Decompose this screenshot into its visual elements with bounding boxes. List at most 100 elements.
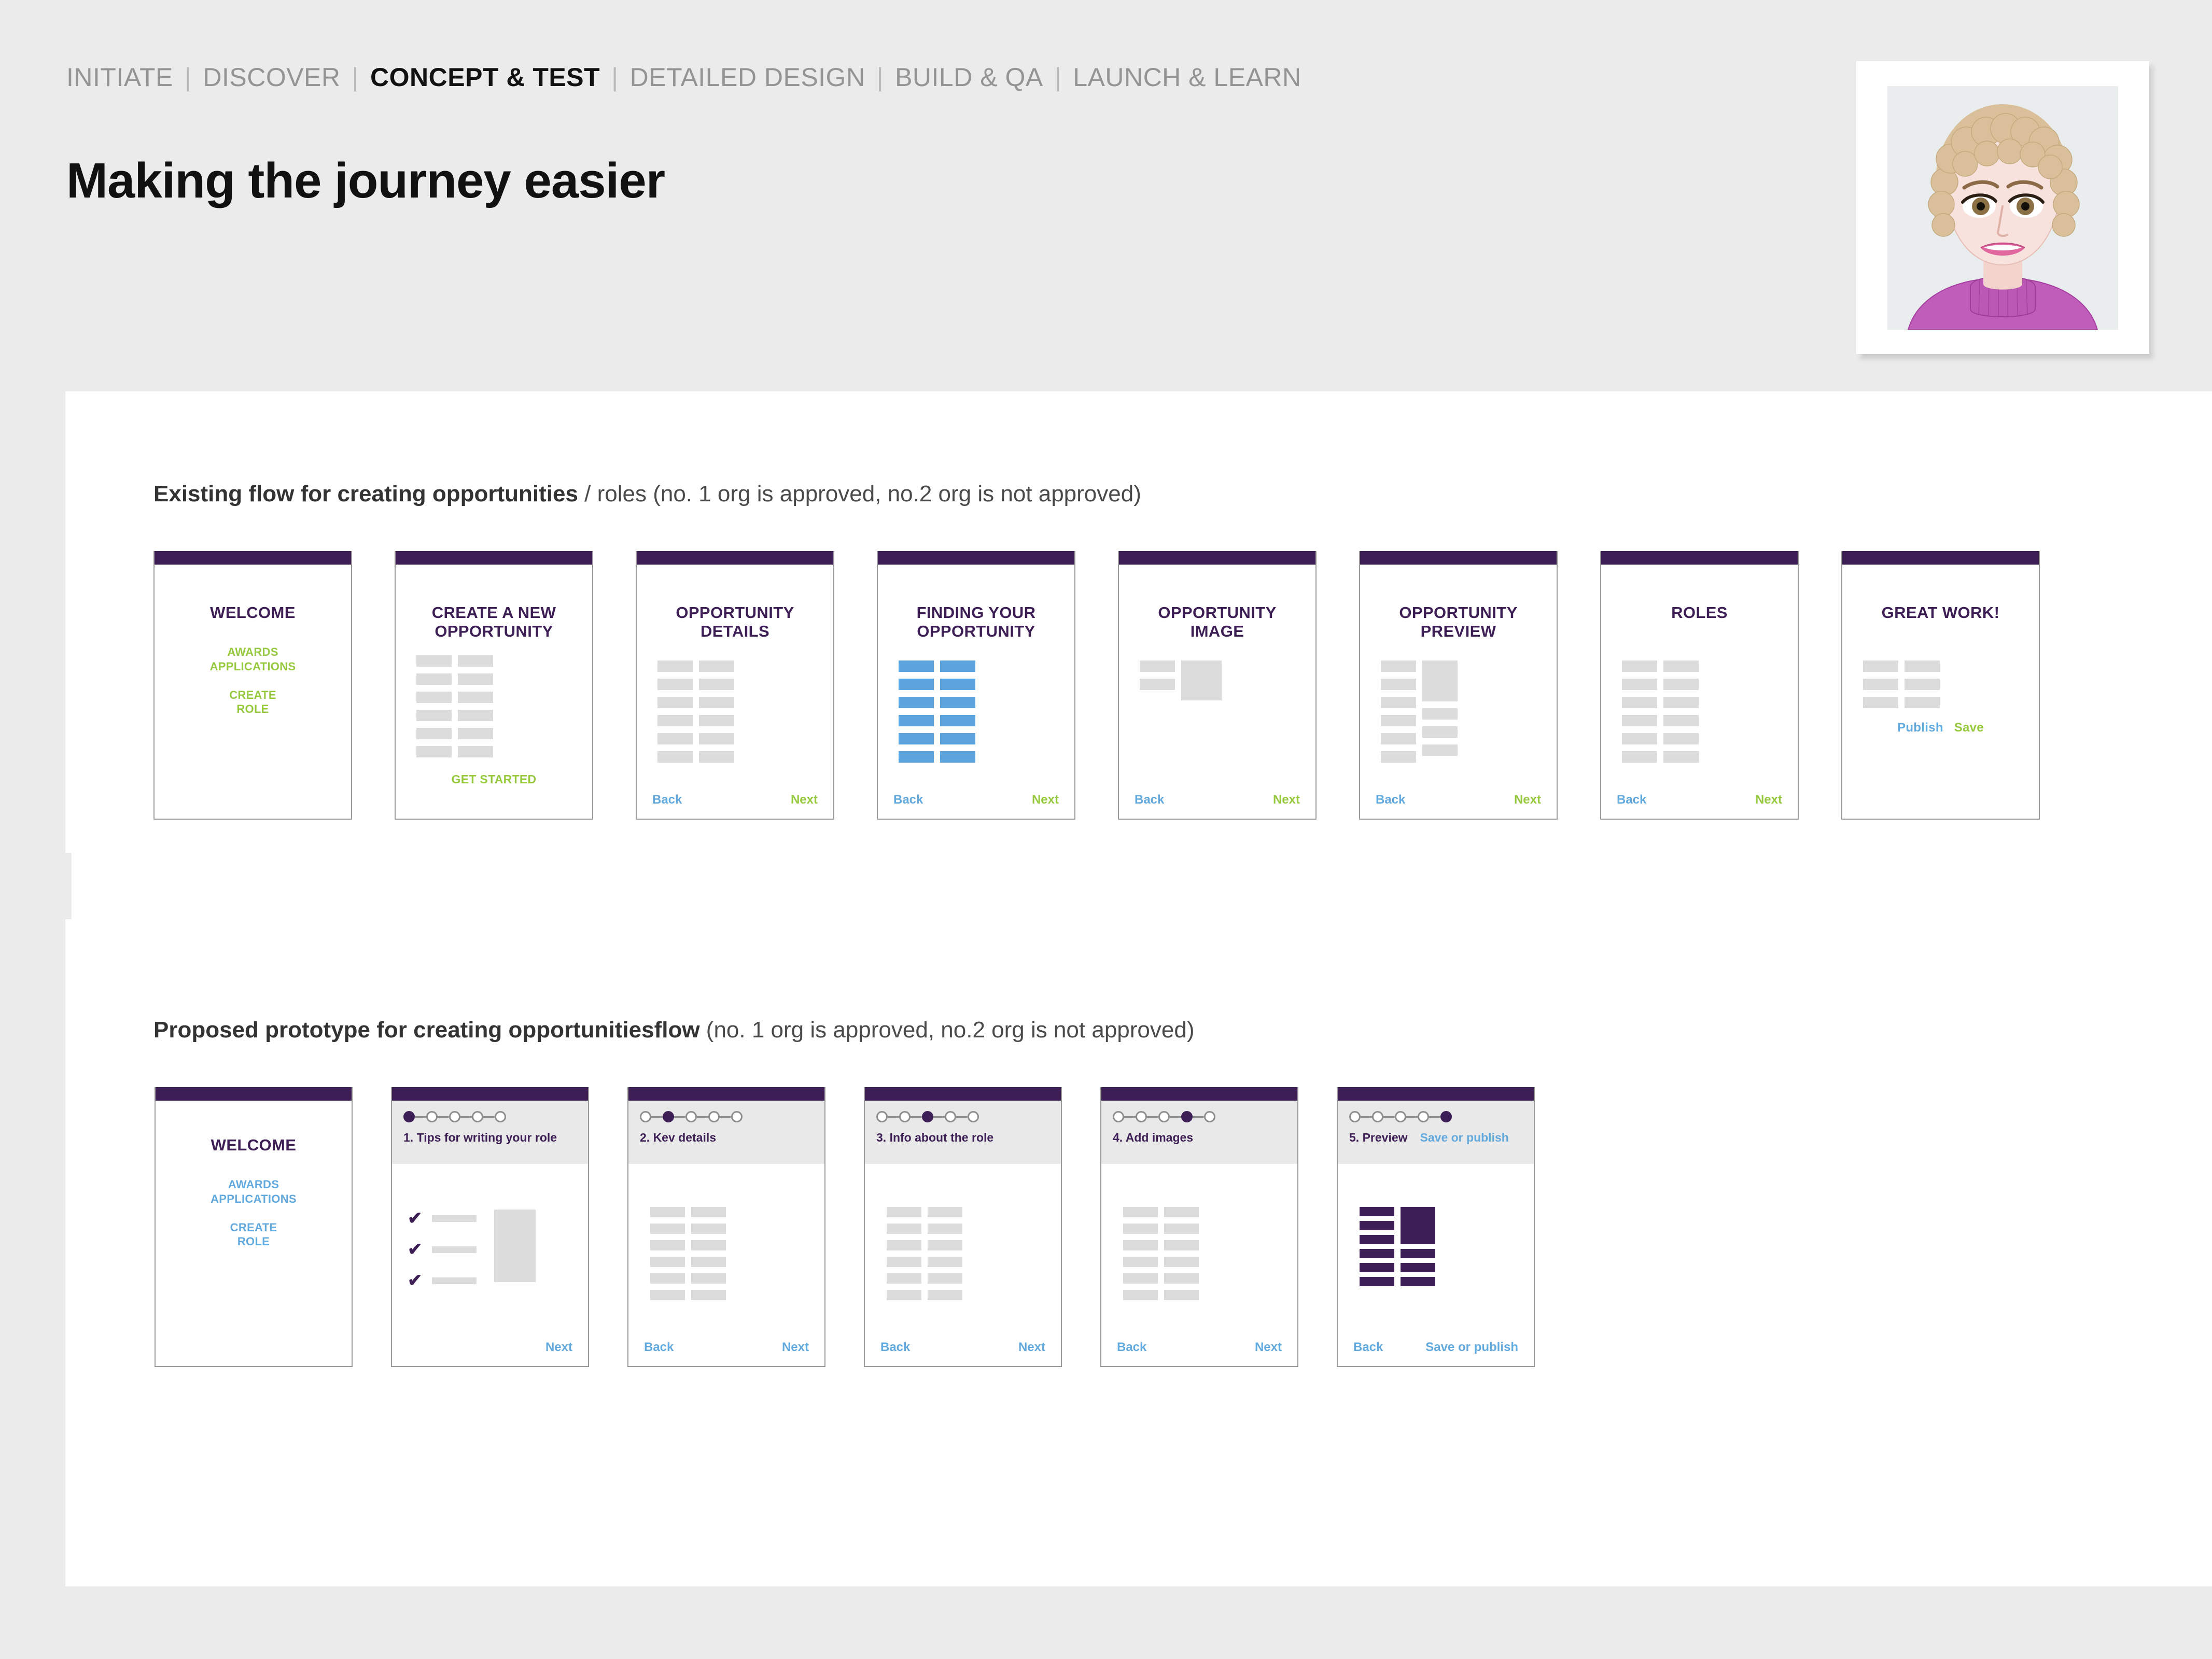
step-dot-1[interactable]: [1349, 1111, 1361, 1122]
panel-edge-notch: [65, 853, 72, 919]
footer-link-next[interactable]: Next: [1273, 793, 1300, 807]
great-work-actions[interactable]: Publish Save: [1842, 720, 2039, 736]
step-dot-3[interactable]: [1395, 1111, 1406, 1122]
step-dot-2[interactable]: [899, 1111, 911, 1122]
skeleton-bar-column: [940, 660, 975, 763]
step-dot-4[interactable]: [708, 1111, 720, 1122]
step-dot-5[interactable]: [731, 1111, 743, 1122]
nav-item-initiate[interactable]: INITIATE: [66, 62, 173, 92]
step-dot-1[interactable]: [403, 1111, 415, 1122]
footer-link-back[interactable]: Back: [644, 1340, 674, 1355]
footer-link-back[interactable]: Back: [652, 793, 682, 807]
step-indicator: [403, 1111, 577, 1122]
footer-link-next[interactable]: Next: [1514, 793, 1541, 807]
skeleton-bar: [1401, 1277, 1435, 1286]
proto-step-label: 5. Preview Save or publish: [1349, 1131, 1522, 1145]
proto-card-4[interactable]: 3. Info about the role Back Next: [864, 1087, 1062, 1367]
footer-link-next[interactable]: Next: [791, 793, 818, 807]
proto-card-6[interactable]: 5. Preview Save or publish Back Save or pub…: [1337, 1087, 1535, 1367]
footer-link-back[interactable]: Back: [1117, 1340, 1146, 1355]
footer-link-next[interactable]: Next: [1755, 793, 1782, 807]
skeleton-bar: [1663, 697, 1699, 708]
skeleton-bar-column: [657, 660, 693, 763]
step-dot-5[interactable]: [1204, 1111, 1215, 1122]
skeleton-bar: [899, 660, 934, 672]
flow-card-7[interactable]: ROLES Back Next: [1600, 551, 1799, 820]
step-connector: [697, 1116, 708, 1118]
nav-item-detailed-design[interactable]: DETAILED DESIGN: [630, 62, 865, 92]
step-dot-4[interactable]: [472, 1111, 483, 1122]
footer-link-save-or-publish[interactable]: Save or publish: [1425, 1340, 1518, 1355]
nav-item-discover[interactable]: DISCOVER: [203, 62, 340, 92]
step-dot-3[interactable]: [685, 1111, 697, 1122]
footer-link-back[interactable]: Back: [1353, 1340, 1383, 1355]
step-dot-3[interactable]: [1158, 1111, 1170, 1122]
step-dot-5[interactable]: [495, 1111, 506, 1122]
step-dot-5[interactable]: [968, 1111, 979, 1122]
footer-link-next[interactable]: Next: [1018, 1340, 1045, 1355]
nav-item-build-qa[interactable]: BUILD & QA: [895, 62, 1043, 92]
footer-link-next[interactable]: Next: [782, 1340, 809, 1355]
skeleton-bar: [657, 679, 693, 690]
flow-card-8[interactable]: GREAT WORK! Publish Save: [1841, 551, 2040, 820]
card-body: OPPORTUNITY PREVIEW Back Next: [1360, 565, 1557, 819]
skeleton-bar: [657, 715, 693, 726]
flow-card-3[interactable]: OPPORTUNITY DETAILS Back Next: [636, 551, 834, 820]
proto-card-2[interactable]: 1. Tips for writing your role ✔ ✔ ✔ Next: [391, 1087, 589, 1367]
footer-link-back[interactable]: Back: [880, 1340, 910, 1355]
step-connector: [956, 1116, 968, 1118]
action-publish[interactable]: Publish: [1897, 721, 1943, 735]
step-dot-5[interactable]: [1440, 1111, 1452, 1122]
skeleton-bar: [1622, 715, 1657, 726]
footer-link-back[interactable]: Back: [1135, 793, 1164, 807]
action-save[interactable]: Save: [1954, 721, 1984, 735]
welcome-links[interactable]: AWARDS APPLICATIONS CREATE ROLE: [155, 645, 351, 716]
flow-card-4[interactable]: FINDING YOUR OPPORTUNITY Back Next: [877, 551, 1075, 820]
footer-link-next[interactable]: Next: [1032, 793, 1059, 807]
card-header-bar: [1101, 1087, 1297, 1101]
step-dot-4[interactable]: [1418, 1111, 1429, 1122]
get-started-button[interactable]: GET STARTED: [396, 772, 592, 787]
step-dot-2[interactable]: [1372, 1111, 1383, 1122]
step-dot-2[interactable]: [663, 1111, 674, 1122]
step-dot-1[interactable]: [640, 1111, 651, 1122]
step-dot-4[interactable]: [945, 1111, 956, 1122]
proto-card-3[interactable]: 2. Kev details Back Next: [627, 1087, 825, 1367]
footer-link-next[interactable]: Next: [545, 1340, 572, 1355]
step-dot-2[interactable]: [426, 1111, 438, 1122]
welcome-links[interactable]: AWARDS APPLICATIONS CREATE ROLE: [156, 1177, 352, 1249]
proto-card-header: 2. Kev details: [628, 1101, 824, 1164]
proto-card-header: 5. Preview Save or publish: [1338, 1101, 1534, 1164]
step-dot-1[interactable]: [876, 1111, 888, 1122]
skeleton-bar: [887, 1224, 921, 1234]
proto-card-5[interactable]: 4. Add images Back Next: [1100, 1087, 1298, 1367]
card-footer: Back Next: [637, 793, 833, 807]
step-dot-3[interactable]: [449, 1111, 460, 1122]
footer-link-back[interactable]: Back: [1617, 793, 1646, 807]
skeleton-bar-column: [691, 1207, 726, 1300]
footer-link-back[interactable]: Back: [893, 793, 923, 807]
flow-card-2[interactable]: CREATE A NEW OPPORTUNITY GET STARTED: [395, 551, 593, 820]
skeleton-bar-column: [928, 1207, 962, 1300]
flow-card-5[interactable]: OPPORTUNITY IMAGE Back Next: [1118, 551, 1317, 820]
skeleton-bar: [1622, 697, 1657, 708]
proto-header-action[interactable]: Save or publish: [1420, 1131, 1509, 1145]
footer-link-back[interactable]: Back: [1376, 793, 1405, 807]
skeleton-bar: [458, 710, 493, 721]
step-dot-3[interactable]: [922, 1111, 933, 1122]
step-connector: [483, 1116, 495, 1118]
step-dot-4[interactable]: [1181, 1111, 1193, 1122]
card-title: OPPORTUNITY PREVIEW: [1399, 603, 1518, 640]
flow-card-6[interactable]: OPPORTUNITY PREVIEW Back Next: [1359, 551, 1558, 820]
skeleton-bar-column: [1422, 660, 1458, 763]
step-dot-2[interactable]: [1136, 1111, 1147, 1122]
flow-card-1[interactable]: WELCOME AWARDS APPLICATIONS CREATE ROLE: [153, 551, 352, 820]
proto-card-1[interactable]: WELCOME AWARDS APPLICATIONS CREATE ROLE: [155, 1087, 353, 1367]
footer-link-next[interactable]: Next: [1255, 1340, 1282, 1355]
nav-item-concept-test[interactable]: CONCEPT & TEST: [370, 62, 600, 92]
step-dot-1[interactable]: [1113, 1111, 1124, 1122]
skeleton-bar: [1164, 1224, 1199, 1234]
skeleton-bar: [1622, 751, 1657, 763]
skeleton-bar-column: [699, 660, 734, 763]
nav-item-launch-learn[interactable]: LAUNCH & LEARN: [1073, 62, 1301, 92]
